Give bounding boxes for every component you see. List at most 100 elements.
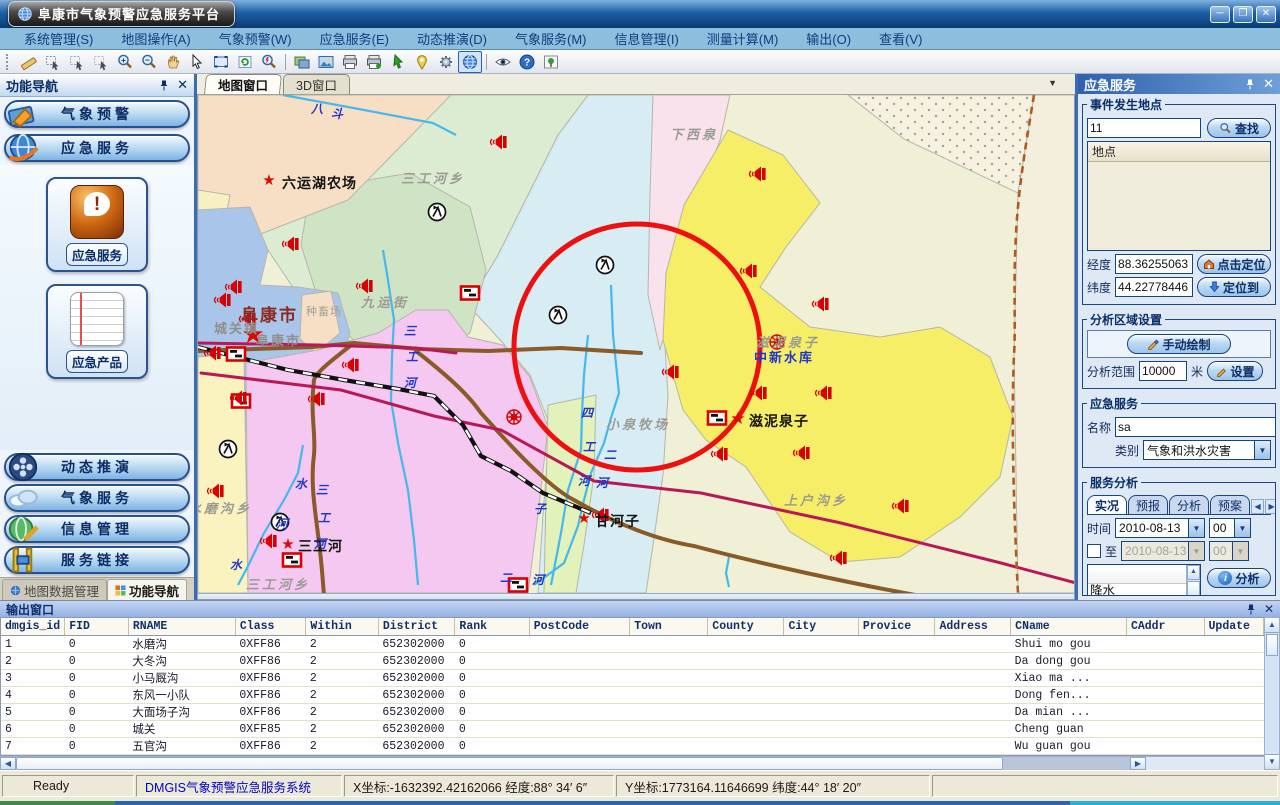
map-canvas[interactable]: ★★★★★三工河乡下西泉九运街小泉牧场上户沟乡水磨沟乡三工河乡城关镇阜康市种畜场… [197,95,1075,600]
place-list-body[interactable] [1088,162,1270,250]
pin-icon[interactable] [1246,604,1256,615]
toolbar-select-poly-button[interactable] [65,51,89,73]
column-header-Address[interactable]: Address [935,618,1011,636]
search-button[interactable]: 查找 [1207,118,1271,138]
analyze-button[interactable]: i 分析 [1207,568,1271,588]
table-row[interactable]: 20大冬沟0XFF8626523020000Da dong gou [1,653,1264,670]
column-header-District[interactable]: District [378,618,455,636]
click-locate-button[interactable]: 点击定位 [1197,254,1271,274]
sidebar-item-weather-warning[interactable]: 气象预警 [4,100,190,128]
output-horizontal-scrollbar[interactable]: ◀ ▶ [0,756,1264,770]
station-marker[interactable] [597,257,614,274]
table-row[interactable]: 50大面场子沟0XFF8626523020000Da mian ... [1,704,1264,721]
tab-analysis[interactable]: 分析 [1169,495,1209,514]
toolbar-pin-button[interactable] [410,51,434,73]
column-header-CName[interactable]: CName [1011,618,1127,636]
toolbar-help-button[interactable]: ? [515,51,539,73]
column-header-City[interactable]: City [784,618,858,636]
pin-icon[interactable] [1245,79,1255,90]
pin-icon[interactable] [159,80,169,91]
toolbar-refresh-button[interactable] [233,51,257,73]
date-select[interactable]: 2010-08-13▼ [1115,518,1205,538]
column-header-CAddr[interactable]: CAddr [1126,618,1204,636]
place-list[interactable]: 地点 [1087,141,1271,251]
toolbar-ruler-button[interactable] [17,51,41,73]
toolbar-eye-button[interactable] [491,51,515,73]
toolbar-layers-button[interactable] [290,51,314,73]
toolbar-select-free-button[interactable] [89,51,113,73]
toolbar-grip[interactable] [6,54,13,70]
listbox-scrollbar[interactable]: ▲ [1186,565,1200,596]
sidebar-item-dynamic-deduction[interactable]: 动态推演 [4,453,190,481]
station-marker[interactable] [550,307,567,324]
vscroll-thumb[interactable] [1266,634,1278,656]
table-row[interactable]: 60城关0XFF8526523020000Cheng guan [1,721,1264,738]
close-panel-icon[interactable]: ✕ [1263,76,1274,92]
close-panel-icon[interactable]: ✕ [1264,602,1274,616]
toolbar-pan-button[interactable] [161,51,185,73]
chevron-down-icon[interactable]: ▼ [1234,519,1250,537]
column-header-Within[interactable]: Within [306,618,378,636]
sidebar-item-weather-service[interactable]: 气象服务 [4,484,190,512]
menu-item-1[interactable]: 地图操作(A) [107,29,204,48]
column-header-dmgis_id[interactable]: dmgis_id [1,618,65,636]
town-star-marker[interactable]: ★ [281,536,294,553]
toolbar-zoom-in-button[interactable]: + [113,51,137,73]
sidebar-item-service-links[interactable]: 服务链接 [4,546,190,574]
place-list-header[interactable]: 地点 [1088,142,1270,162]
close-button[interactable]: ✕ [1256,6,1276,23]
emergency-product-button[interactable]: 应急产品 [46,284,148,379]
table-row[interactable]: 10水磨沟0XFF8626523020000Shui mo gou [1,636,1264,653]
minimize-button[interactable]: ─ [1210,6,1230,23]
column-header-Town[interactable]: Town [630,618,708,636]
date-to-select[interactable]: 2010-08-13▼ [1121,541,1205,561]
tab-forecast[interactable]: 预报 [1128,495,1168,514]
roadsign-marker[interactable] [708,412,726,425]
town-star-marker[interactable]: ★ [730,409,745,428]
list-item[interactable]: 降水 [1088,584,1186,596]
tab-plan[interactable]: 预案 [1210,495,1250,514]
longitude-input[interactable] [1115,254,1193,274]
scroll-up-icon[interactable]: ▲ [1265,618,1279,633]
scroll-up-icon[interactable]: ▲ [1187,565,1200,580]
scroll-left-icon[interactable]: ◀ [0,757,16,770]
toolbar-zoom-out-button[interactable]: − [137,51,161,73]
latitude-input[interactable] [1115,277,1193,297]
toolbar-tree-button[interactable] [539,51,563,73]
crossing-marker[interactable] [507,410,521,424]
toolbar-select-rect-button[interactable] [41,51,65,73]
service-name-input[interactable] [1115,417,1276,437]
hour-select[interactable]: 00▼ [1209,518,1251,538]
tab-live[interactable]: 实况 [1087,495,1127,514]
map-tab-dropdown-button[interactable]: ▼ [1048,78,1057,88]
column-header-County[interactable]: County [708,618,784,636]
station-marker[interactable] [220,441,237,458]
map-horizontal-scrollbar[interactable] [198,593,1074,600]
column-header-FID[interactable]: FID [65,618,129,636]
table-row[interactable]: 30小马厩沟0XFF8626523020000Xiao ma ... [1,670,1264,687]
output-vertical-scrollbar[interactable]: ▲ ▼ [1264,617,1280,770]
column-header-Class[interactable]: Class [235,618,306,636]
toolbar-extent-button[interactable] [209,51,233,73]
chevron-down-icon[interactable]: ▼ [1188,519,1204,537]
menu-item-7[interactable]: 测量计算(M) [693,29,793,48]
restore-button[interactable]: ❐ [1233,6,1253,23]
toolbar-print-setup-button[interactable] [362,51,386,73]
toolbar-gear-button[interactable] [434,51,458,73]
toolbar-export-button[interactable] [314,51,338,73]
hour-to-select[interactable]: 00▼ [1209,541,1249,561]
to-checkbox[interactable] [1087,544,1101,558]
column-header-Provice[interactable]: Provice [858,618,935,636]
menu-item-8[interactable]: 输出(O) [792,29,865,48]
service-type-select[interactable]: 气象和洪水灾害 ▼ [1143,440,1271,460]
roadsign-marker[interactable] [461,287,479,300]
column-header-Rank[interactable]: Rank [455,618,529,636]
roadsign-marker[interactable] [283,554,301,567]
toolbar-print-button[interactable] [338,51,362,73]
toolbar-zoom-scale-button[interactable] [257,51,281,73]
menu-item-4[interactable]: 动态推演(D) [403,29,501,48]
tab-3d-view[interactable]: 3D窗口 [283,74,350,94]
menu-item-6[interactable]: 信息管理(I) [601,29,693,48]
toolbar-pointer-button[interactable] [185,51,209,73]
chevron-down-icon[interactable]: ▼ [1254,441,1270,459]
